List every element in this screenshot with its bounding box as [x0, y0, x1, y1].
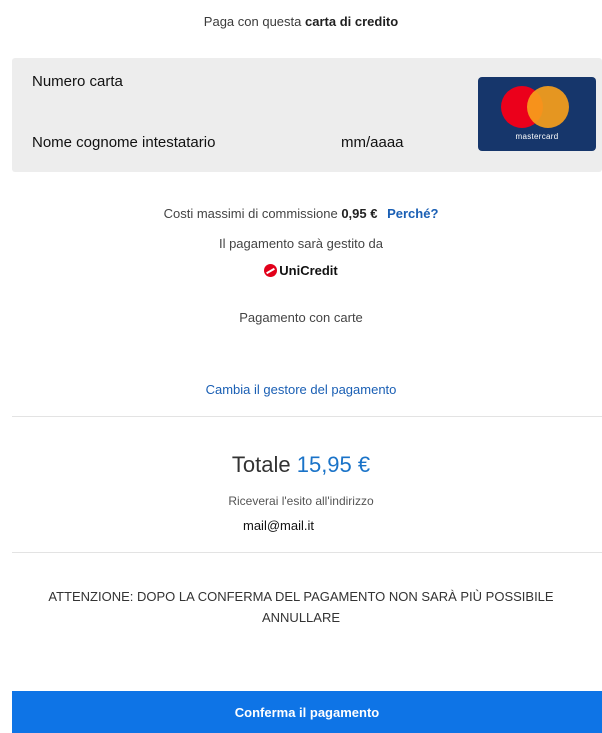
header-card-type: carta di credito — [305, 14, 399, 29]
commission-label: Costi massimi di commissione — [163, 206, 338, 221]
receipt-label: Riceverai l'esito all'indirizzo — [228, 494, 374, 508]
card-number-label: Numero carta — [32, 73, 123, 90]
total: Totale 15,95 € — [0, 452, 602, 478]
mastercard-logo: mastercard — [478, 77, 596, 151]
receipt-email: mail@mail.it — [243, 518, 314, 533]
card-summary: Numero carta Nome cognome intestatario m… — [12, 58, 602, 172]
total-amount: 15,95 € — [296, 452, 371, 477]
divider — [12, 416, 602, 417]
mastercard-logo-text: mastercard — [515, 132, 559, 141]
commission-amount: 0,95 € — [341, 206, 378, 221]
warning-line-2: ANNULLARE — [261, 610, 341, 625]
managed-by-text: Il pagamento sarà gestito da — [218, 236, 384, 251]
card-holder-label: Nome cognome intestatario — [32, 134, 216, 151]
commission-info: Costi massimi di commissione 0,95 € Perc… — [0, 206, 602, 221]
warning-line-1: ATTENZIONE: DOPO LA CONFERMA DEL PAGAMEN… — [48, 589, 554, 604]
warning-text: ATTENZIONE: DOPO LA CONFERMA DEL PAGAMEN… — [0, 586, 602, 628]
header-prefix: Paga con questa — [203, 14, 302, 29]
confirm-payment-button[interactable]: Conferma il pagamento — [12, 691, 602, 733]
why-link[interactable]: Perché? — [387, 206, 438, 221]
divider — [12, 552, 602, 553]
total-label: Totale — [231, 452, 291, 477]
payment-type-text: Pagamento con carte — [239, 310, 363, 325]
card-expiry-label: mm/aaaa — [341, 134, 404, 151]
pay-with-card-header: Paga con questa carta di credito — [0, 14, 602, 29]
unicredit-icon — [264, 264, 278, 277]
provider-logo: UniCredit — [0, 263, 602, 278]
change-provider-link[interactable]: Cambia il gestore del pagamento — [0, 382, 602, 397]
provider-name: UniCredit — [279, 263, 338, 278]
mastercard-orange-circle — [527, 86, 569, 128]
